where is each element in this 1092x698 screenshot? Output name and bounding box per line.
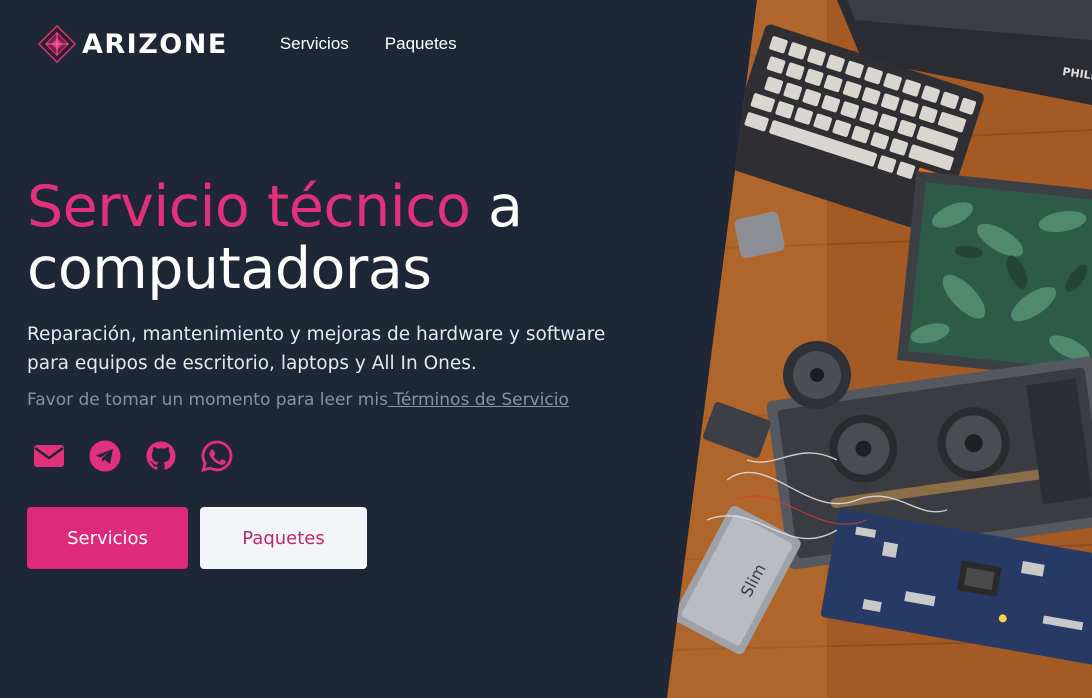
hero-section: Servicio técnico a computadoras Reparaci…: [27, 176, 667, 569]
nav-link-paquetes[interactable]: Paquetes: [385, 34, 457, 54]
hero-title: Servicio técnico a computadoras: [27, 176, 667, 300]
hero-title-connector: a: [470, 174, 523, 240]
github-icon[interactable]: [145, 440, 177, 472]
site-header: ARIZONE Servicios Paquetes: [0, 0, 680, 88]
terms-of-service-link[interactable]: Términos de Servicio: [388, 390, 569, 410]
main-nav: Servicios Paquetes: [280, 34, 457, 54]
nav-link-servicios[interactable]: Servicios: [280, 34, 349, 54]
telegram-icon[interactable]: [89, 440, 121, 472]
paquetes-button[interactable]: Paquetes: [200, 507, 367, 569]
whatsapp-icon[interactable]: [201, 440, 233, 472]
computer-repair-illustration: PHILI Slim: [667, 0, 1092, 698]
terms-note-text: Favor de tomar un momento para leer mis: [27, 390, 388, 410]
hero-title-accent: Servicio técnico: [27, 174, 471, 240]
brand-logo[interactable]: ARIZONE: [38, 25, 228, 63]
hero-photo: PHILI Slim: [667, 0, 1092, 698]
hero-buttons: Servicios Paquetes: [27, 507, 667, 569]
terms-note: Favor de tomar un momento para leer mis …: [27, 390, 667, 410]
social-links: [33, 440, 667, 472]
logo-diamond-icon: [38, 25, 76, 63]
hero-title-line-2: computadoras: [27, 236, 432, 302]
servicios-button[interactable]: Servicios: [27, 507, 188, 569]
hero-subtitle: Reparación, mantenimiento y mejoras de h…: [27, 324, 606, 374]
envelope-icon[interactable]: [33, 440, 65, 472]
brand-name: ARIZONE: [82, 28, 228, 60]
